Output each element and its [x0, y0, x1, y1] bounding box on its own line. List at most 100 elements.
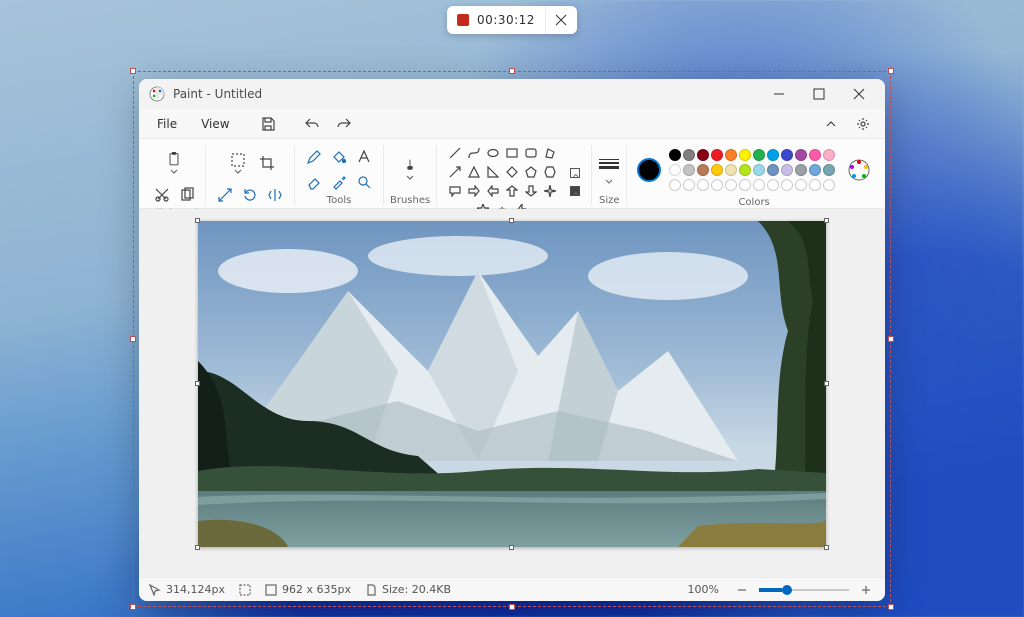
- rotate-button[interactable]: [239, 184, 261, 206]
- color-swatch[interactable]: [739, 149, 751, 161]
- minimize-button[interactable]: [759, 79, 799, 109]
- group-size-label: Size: [599, 195, 620, 206]
- size-button[interactable]: [598, 153, 620, 175]
- shape-callout[interactable]: [447, 183, 463, 199]
- color-swatch[interactable]: [767, 164, 779, 176]
- shape-arrow-right[interactable]: [466, 183, 482, 199]
- color-swatch[interactable]: [725, 149, 737, 161]
- color-palette: [667, 147, 841, 193]
- color-swatch[interactable]: [781, 149, 793, 161]
- color-swatch[interactable]: [725, 164, 737, 176]
- group-clipboard: Clipboard: [143, 145, 206, 206]
- stop-recording-button[interactable]: [457, 14, 469, 26]
- shape-outline-button[interactable]: [565, 165, 585, 181]
- color-swatch[interactable]: [683, 164, 695, 176]
- zoom-in-button[interactable]: [857, 581, 875, 599]
- text-tool[interactable]: [353, 146, 375, 168]
- shape-roundrect[interactable]: [523, 145, 539, 161]
- status-bar: 314,124px 962 x 635px Size: 20.4KB 100%: [139, 577, 885, 601]
- shape-diamond[interactable]: [504, 164, 520, 180]
- shape-rect[interactable]: [504, 145, 520, 161]
- shape-pentagon[interactable]: [523, 164, 539, 180]
- color-swatch[interactable]: [809, 164, 821, 176]
- edit-colors-button[interactable]: [847, 158, 871, 182]
- shape-polygon[interactable]: [542, 145, 558, 161]
- color-swatch[interactable]: [739, 179, 751, 191]
- current-color[interactable]: [637, 158, 661, 182]
- close-window-button[interactable]: [839, 79, 879, 109]
- shape-star4[interactable]: [542, 183, 558, 199]
- shape-arrow-down[interactable]: [523, 183, 539, 199]
- select-button[interactable]: [223, 145, 253, 181]
- color-swatch[interactable]: [795, 164, 807, 176]
- shape-hexagon[interactable]: [542, 164, 558, 180]
- color-swatch[interactable]: [711, 149, 723, 161]
- color-swatch[interactable]: [753, 149, 765, 161]
- menubar: File View: [139, 109, 885, 139]
- shape-fill-button[interactable]: [565, 183, 585, 199]
- color-swatch[interactable]: [809, 179, 821, 191]
- canvas[interactable]: [198, 221, 826, 547]
- close-recording-button[interactable]: [545, 6, 577, 34]
- window-title: Paint - Untitled: [173, 87, 262, 101]
- paint-window: Paint - Untitled File View Cli: [139, 79, 885, 601]
- undo-button[interactable]: [298, 111, 326, 137]
- zoom-out-button[interactable]: [733, 581, 751, 599]
- menu-file[interactable]: File: [147, 114, 187, 134]
- shape-curve[interactable]: [466, 145, 482, 161]
- shape-right-triangle[interactable]: [485, 164, 501, 180]
- color-swatch[interactable]: [753, 179, 765, 191]
- color-swatch[interactable]: [753, 164, 765, 176]
- fill-tool[interactable]: [328, 146, 350, 168]
- color-picker-tool[interactable]: [328, 171, 350, 193]
- color-swatch[interactable]: [711, 164, 723, 176]
- zoom-level: 100%: [688, 583, 719, 596]
- brushes-button[interactable]: [395, 151, 425, 187]
- color-swatch[interactable]: [767, 149, 779, 161]
- eraser-tool[interactable]: [303, 171, 325, 193]
- color-swatch[interactable]: [725, 179, 737, 191]
- shape-arrow-up[interactable]: [504, 183, 520, 199]
- color-swatch[interactable]: [683, 179, 695, 191]
- resize-button[interactable]: [214, 184, 236, 206]
- color-swatch[interactable]: [781, 164, 793, 176]
- color-swatch[interactable]: [697, 164, 709, 176]
- color-swatch[interactable]: [669, 179, 681, 191]
- flip-button[interactable]: [264, 184, 286, 206]
- redo-button[interactable]: [330, 111, 358, 137]
- maximize-button[interactable]: [799, 79, 839, 109]
- color-swatch[interactable]: [809, 149, 821, 161]
- paste-button[interactable]: [159, 145, 189, 181]
- color-swatch[interactable]: [697, 149, 709, 161]
- pencil-tool[interactable]: [303, 146, 325, 168]
- color-swatch[interactable]: [767, 179, 779, 191]
- canvas-area[interactable]: [139, 209, 885, 577]
- titlebar: Paint - Untitled: [139, 79, 885, 109]
- shape-line[interactable]: [447, 145, 463, 161]
- shape-oval[interactable]: [485, 145, 501, 161]
- color-swatch[interactable]: [781, 179, 793, 191]
- cut-button[interactable]: [151, 184, 173, 206]
- settings-button[interactable]: [849, 111, 877, 137]
- shape-arrow-left[interactable]: [485, 183, 501, 199]
- color-swatch[interactable]: [697, 179, 709, 191]
- shape-arrow[interactable]: [447, 164, 463, 180]
- color-swatch[interactable]: [795, 149, 807, 161]
- color-swatch[interactable]: [823, 149, 835, 161]
- copy-button[interactable]: [176, 184, 198, 206]
- crop-button[interactable]: [256, 152, 278, 174]
- shape-triangle[interactable]: [466, 164, 482, 180]
- zoom-slider[interactable]: [733, 581, 875, 599]
- color-swatch[interactable]: [823, 164, 835, 176]
- color-swatch[interactable]: [669, 164, 681, 176]
- magnifier-tool[interactable]: [353, 171, 375, 193]
- color-swatch[interactable]: [739, 164, 751, 176]
- collapse-ribbon-button[interactable]: [817, 111, 845, 137]
- color-swatch[interactable]: [683, 149, 695, 161]
- color-swatch[interactable]: [823, 179, 835, 191]
- save-button[interactable]: [254, 111, 282, 137]
- color-swatch[interactable]: [669, 149, 681, 161]
- menu-view[interactable]: View: [191, 114, 239, 134]
- color-swatch[interactable]: [711, 179, 723, 191]
- color-swatch[interactable]: [795, 179, 807, 191]
